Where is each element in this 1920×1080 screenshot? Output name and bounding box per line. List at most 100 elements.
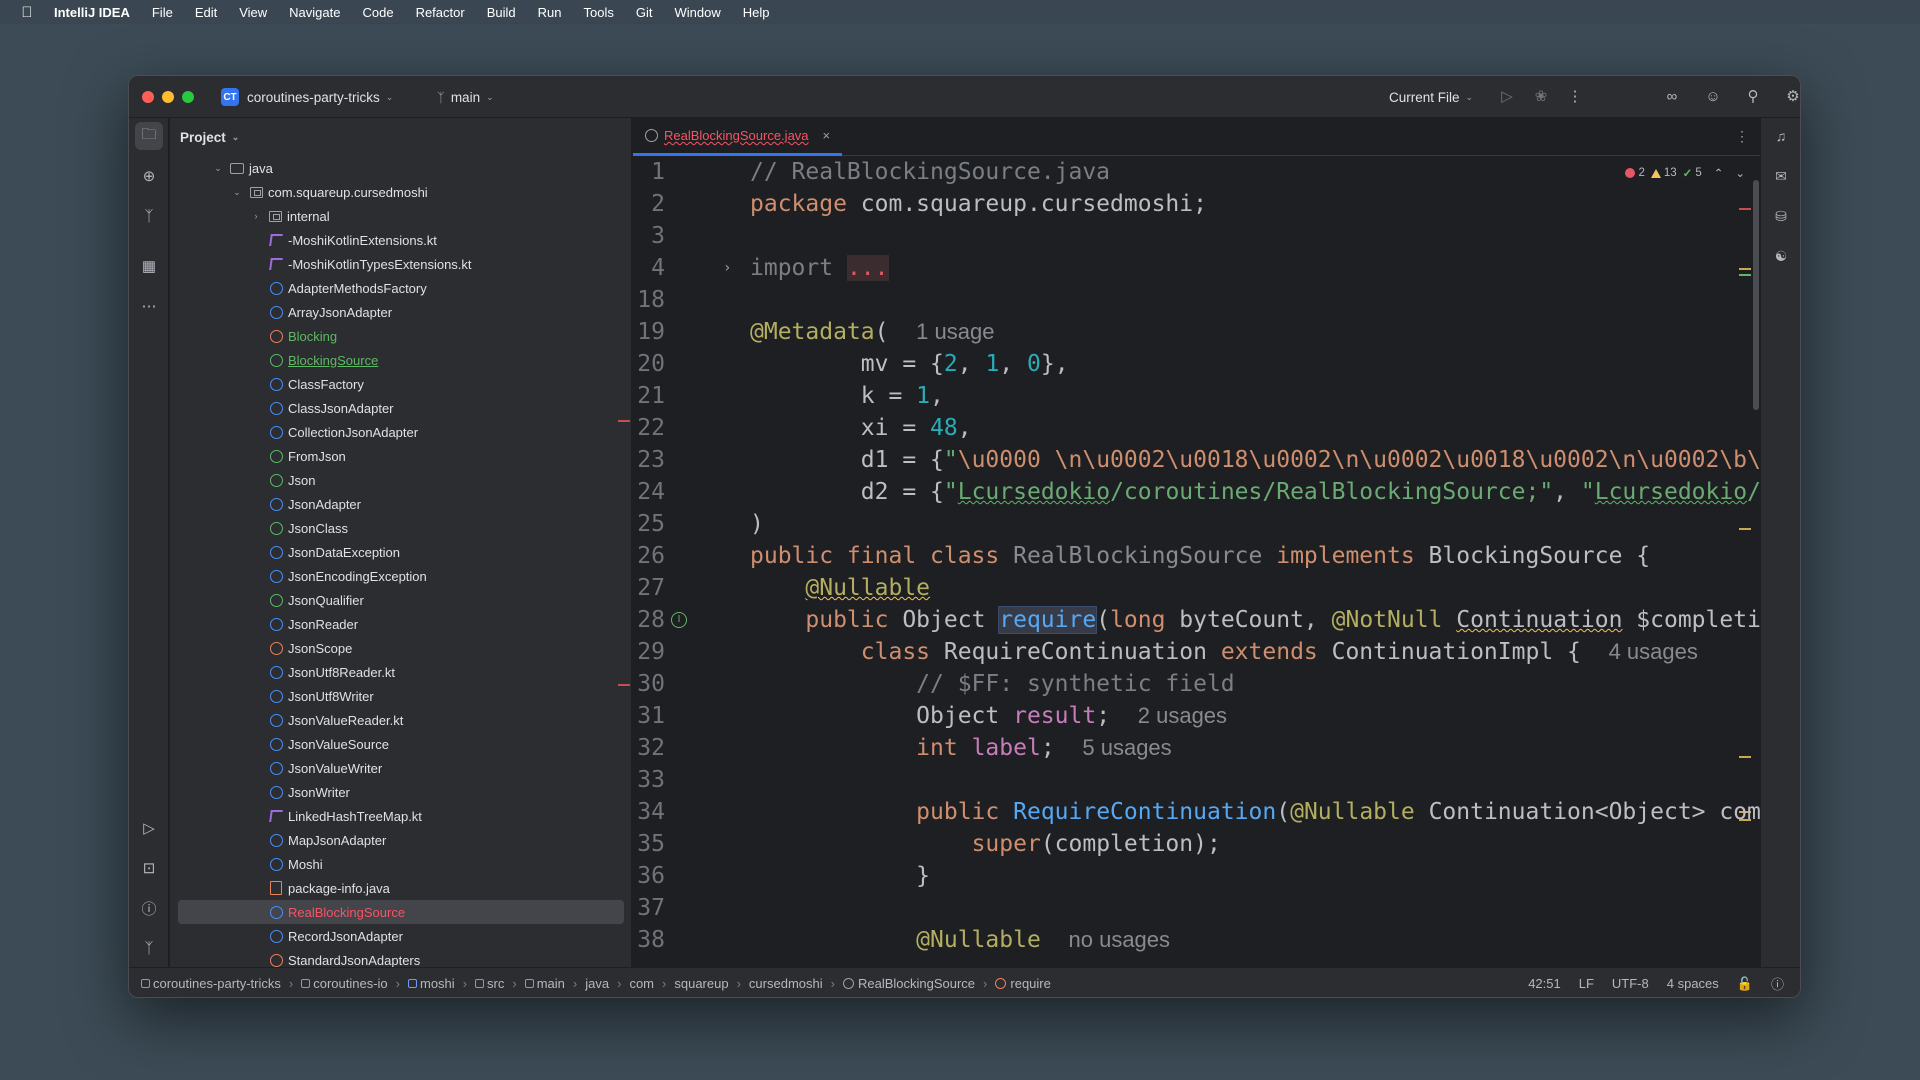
tree-item[interactable]: MapJsonAdapter bbox=[170, 828, 631, 852]
caret-position[interactable]: 42:51 bbox=[1528, 976, 1561, 991]
menu-window[interactable]: Window bbox=[674, 5, 720, 20]
tree-item[interactable]: ⌄ com.squareup.cursedmoshi bbox=[170, 180, 631, 204]
tree-item[interactable]: JsonEncodingException bbox=[170, 564, 631, 588]
code-line[interactable]: 25) bbox=[633, 508, 1761, 540]
tab-realblockingsource[interactable]: RealBlockingSource.java × bbox=[633, 118, 843, 156]
add-user-icon[interactable]: ☺ bbox=[1701, 84, 1725, 108]
menu-build[interactable]: Build bbox=[487, 5, 516, 20]
code-line[interactable]: 22 xi = 48, bbox=[633, 412, 1761, 444]
apple-icon[interactable]:  bbox=[0, 4, 54, 21]
settings-gear-icon[interactable]: ⚙ bbox=[1781, 84, 1800, 108]
code-line[interactable]: 27 @Nullable bbox=[633, 572, 1761, 604]
ai-chat-icon[interactable]: ✉ bbox=[1767, 162, 1795, 190]
chevron-right-icon[interactable]: › bbox=[249, 211, 263, 221]
chevron-down-icon[interactable]: ⌄ bbox=[211, 163, 225, 174]
code-line[interactable]: 2 package com.squareup.cursedmoshi; bbox=[633, 188, 1761, 220]
menu-file[interactable]: File bbox=[152, 5, 173, 20]
problems-status-icon[interactable]: ⓘ bbox=[1771, 974, 1784, 993]
tree-item[interactable]: package-info.java bbox=[170, 876, 631, 900]
tree-item[interactable]: ArrayJsonAdapter bbox=[170, 300, 631, 324]
more-tools-icon[interactable]: ⋯ bbox=[135, 292, 163, 320]
breadcrumb-item[interactable]: com › bbox=[629, 976, 674, 991]
tree-item[interactable]: JsonWriter bbox=[170, 780, 631, 804]
tree-item[interactable]: RecordJsonAdapter bbox=[170, 924, 631, 948]
menu-view[interactable]: View bbox=[239, 5, 267, 20]
breadcrumb-item[interactable]: main › bbox=[524, 976, 586, 991]
gradle-icon[interactable]: ☯ bbox=[1767, 242, 1795, 270]
menu-tools[interactable]: Tools bbox=[583, 5, 613, 20]
tree-item[interactable]: RealBlockingSource bbox=[178, 900, 624, 924]
terminal-icon[interactable]: ⊡ bbox=[135, 854, 163, 882]
more-tabs-icon[interactable]: ⋮ bbox=[1735, 128, 1749, 145]
tree-item[interactable]: ⌄ java bbox=[170, 156, 631, 180]
tree-item[interactable]: JsonValueReader.kt bbox=[170, 708, 631, 732]
code-line[interactable]: 31 Object result; 2 usages bbox=[633, 700, 1761, 732]
tree-item[interactable]: BlockingSource bbox=[170, 348, 631, 372]
code-line[interactable]: 34 public RequireContinuation(@Nullable … bbox=[633, 796, 1761, 828]
tree-item[interactable]: Moshi bbox=[170, 852, 631, 876]
menu-edit[interactable]: Edit bbox=[195, 5, 217, 20]
project-folder-icon[interactable]: 🗀 bbox=[135, 122, 163, 150]
tree-item[interactable]: ClassJsonAdapter bbox=[170, 396, 631, 420]
notifications-bell-icon[interactable]: ♫ bbox=[1767, 122, 1795, 150]
services-icon[interactable]: ▷ bbox=[135, 814, 163, 842]
file-encoding[interactable]: UTF-8 bbox=[1612, 976, 1649, 991]
code-line[interactable]: 30 // $FF: synthetic field bbox=[633, 668, 1761, 700]
code-line[interactable]: 1 // RealBlockingSource.java bbox=[633, 156, 1761, 188]
breadcrumb-item[interactable]: java › bbox=[585, 976, 629, 991]
menu-refactor[interactable]: Refactor bbox=[416, 5, 465, 20]
line-ending[interactable]: LF bbox=[1579, 976, 1594, 991]
tree-item[interactable]: › internal bbox=[170, 204, 631, 228]
fold-expand-icon[interactable]: › bbox=[723, 252, 731, 284]
code-line[interactable]: 24 d2 = {"Lcursedokio/coroutines/RealBlo… bbox=[633, 476, 1761, 508]
code-line[interactable]: 26 public final class RealBlockingSource … bbox=[633, 540, 1761, 572]
git-icon[interactable]: ᛉ bbox=[135, 934, 163, 962]
tree-item[interactable]: JsonValueWriter bbox=[170, 756, 631, 780]
tree-item[interactable]: JsonDataException bbox=[170, 540, 631, 564]
tree-item[interactable]: Json bbox=[170, 468, 631, 492]
tree-item[interactable]: Blocking bbox=[170, 324, 631, 348]
tree-item[interactable]: JsonUtf8Writer bbox=[170, 684, 631, 708]
tree-item[interactable]: JsonReader bbox=[170, 612, 631, 636]
code-line[interactable]: 4 › import ... bbox=[633, 252, 1761, 284]
tree-item[interactable]: ClassFactory bbox=[170, 372, 631, 396]
code-line[interactable]: 32 int label; 5 usages bbox=[633, 732, 1761, 764]
menu-code[interactable]: Code bbox=[362, 5, 393, 20]
menu-git[interactable]: Git bbox=[636, 5, 653, 20]
breadcrumb-item[interactable]: moshi › bbox=[408, 976, 475, 991]
code-line[interactable]: 38 @Nullable no usages bbox=[633, 924, 1761, 956]
code-line[interactable]: 18 bbox=[633, 284, 1761, 316]
tree-item[interactable]: CollectionJsonAdapter bbox=[170, 420, 631, 444]
code-line[interactable]: 35 super(completion); bbox=[633, 828, 1761, 860]
tree-item[interactable]: JsonAdapter bbox=[170, 492, 631, 516]
more-actions-icon[interactable]: ⋮ bbox=[1563, 84, 1587, 108]
code-line[interactable]: 37 bbox=[633, 892, 1761, 924]
tree-item[interactable]: AdapterMethodsFactory bbox=[170, 276, 631, 300]
minimize-window-button[interactable] bbox=[162, 91, 174, 103]
breadcrumb-item[interactable]: src › bbox=[475, 976, 525, 991]
breadcrumb-item[interactable]: require bbox=[995, 976, 1051, 991]
zoom-window-button[interactable] bbox=[182, 91, 194, 103]
tree-item[interactable]: StandardJsonAdapters bbox=[170, 948, 631, 967]
close-tab-icon[interactable]: × bbox=[823, 128, 831, 143]
close-window-button[interactable] bbox=[142, 91, 154, 103]
menu-run[interactable]: Run bbox=[538, 5, 562, 20]
breadcrumb-item[interactable]: coroutines-party-tricks › bbox=[141, 976, 301, 991]
chevron-down-icon[interactable]: ⌄ bbox=[230, 187, 244, 198]
tree-item[interactable]: -MoshiKotlinExtensions.kt bbox=[170, 228, 631, 252]
code-line[interactable]: 29 class RequireContinuation extends Con… bbox=[633, 636, 1761, 668]
database-icon[interactable]: ⛁ bbox=[1767, 202, 1795, 230]
breadcrumb-item[interactable]: squareup › bbox=[674, 976, 749, 991]
breadcrumb-item[interactable]: coroutines-io › bbox=[301, 976, 408, 991]
search-icon[interactable]: ⚲ bbox=[1741, 84, 1765, 108]
project-panel-header[interactable]: Project ⌄ bbox=[170, 118, 631, 156]
pull-requests-icon[interactable]: ᛉ bbox=[135, 202, 163, 230]
tree-item[interactable]: -MoshiKotlinTypesExtensions.kt bbox=[170, 252, 631, 276]
code-line[interactable]: 36 } bbox=[633, 860, 1761, 892]
branch-selector[interactable]: ᛉ main ⌄ bbox=[437, 85, 494, 109]
breadcrumb-item[interactable]: RealBlockingSource › bbox=[842, 976, 995, 991]
code-line[interactable]: 21 k = 1, bbox=[633, 380, 1761, 412]
project-selector[interactable]: CT coroutines-party-tricks ⌄ bbox=[221, 85, 393, 109]
problems-icon[interactable]: ⓘ bbox=[135, 894, 163, 922]
tree-item[interactable]: JsonScope bbox=[170, 636, 631, 660]
